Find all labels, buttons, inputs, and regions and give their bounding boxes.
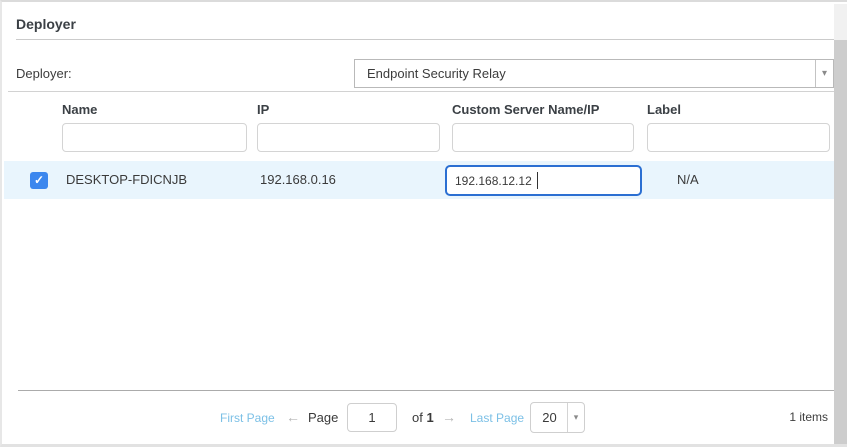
page-size-value: 20 bbox=[542, 410, 557, 425]
total-pages: 1 bbox=[426, 410, 434, 425]
items-count: 1 items bbox=[789, 410, 828, 424]
deployer-select-value: Endpoint Security Relay bbox=[367, 66, 506, 81]
filter-input-label[interactable] bbox=[647, 123, 830, 152]
form-divider bbox=[8, 91, 834, 92]
column-header-label: Label bbox=[647, 102, 681, 117]
filter-input-name[interactable] bbox=[62, 123, 247, 152]
column-header-name: Name bbox=[62, 102, 98, 117]
deployer-field-label: Deployer: bbox=[16, 66, 72, 81]
scrollbar-thumb[interactable] bbox=[834, 40, 847, 444]
cell-ip: 192.168.0.16 bbox=[260, 172, 336, 187]
of-label: of bbox=[412, 410, 423, 425]
page-title: Deployer bbox=[16, 16, 76, 32]
table-row[interactable]: ✓ DESKTOP-FDICNJB 192.168.0.16 N/A bbox=[4, 161, 834, 199]
filter-input-ip[interactable] bbox=[257, 123, 440, 152]
last-page-link[interactable]: Last Page bbox=[470, 411, 524, 425]
page-total: of 1 bbox=[412, 410, 434, 425]
cell-label: N/A bbox=[677, 172, 699, 187]
cell-name: DESKTOP-FDICNJB bbox=[66, 172, 188, 187]
chevron-down-icon[interactable]: ▾ bbox=[815, 60, 833, 87]
current-page-input[interactable] bbox=[347, 403, 397, 432]
checkmark-icon: ✓ bbox=[33, 173, 45, 187]
custom-server-field-wrap bbox=[445, 165, 642, 196]
deployer-select[interactable]: Endpoint Security Relay ▾ bbox=[354, 59, 834, 88]
vertical-scrollbar[interactable] bbox=[834, 4, 847, 444]
column-header-custom: Custom Server Name/IP bbox=[452, 102, 600, 117]
row-checkbox[interactable]: ✓ bbox=[30, 172, 48, 189]
title-divider bbox=[16, 39, 834, 40]
prev-page-arrow-icon[interactable]: ← bbox=[286, 409, 300, 425]
text-caret bbox=[537, 172, 538, 189]
filter-input-custom[interactable] bbox=[452, 123, 634, 152]
next-page-arrow-icon[interactable]: → bbox=[442, 409, 456, 425]
column-header-ip: IP bbox=[257, 102, 270, 117]
pagination-divider bbox=[18, 390, 834, 391]
page-label: Page bbox=[308, 410, 339, 425]
custom-server-input[interactable] bbox=[445, 165, 642, 196]
page-size-select[interactable]: 20 ▾ bbox=[530, 402, 585, 433]
chevron-down-icon[interactable]: ▾ bbox=[567, 403, 584, 432]
deployer-panel: Deployer Deployer: Endpoint Security Rel… bbox=[0, 0, 847, 447]
first-page-link[interactable]: First Page bbox=[220, 411, 275, 425]
